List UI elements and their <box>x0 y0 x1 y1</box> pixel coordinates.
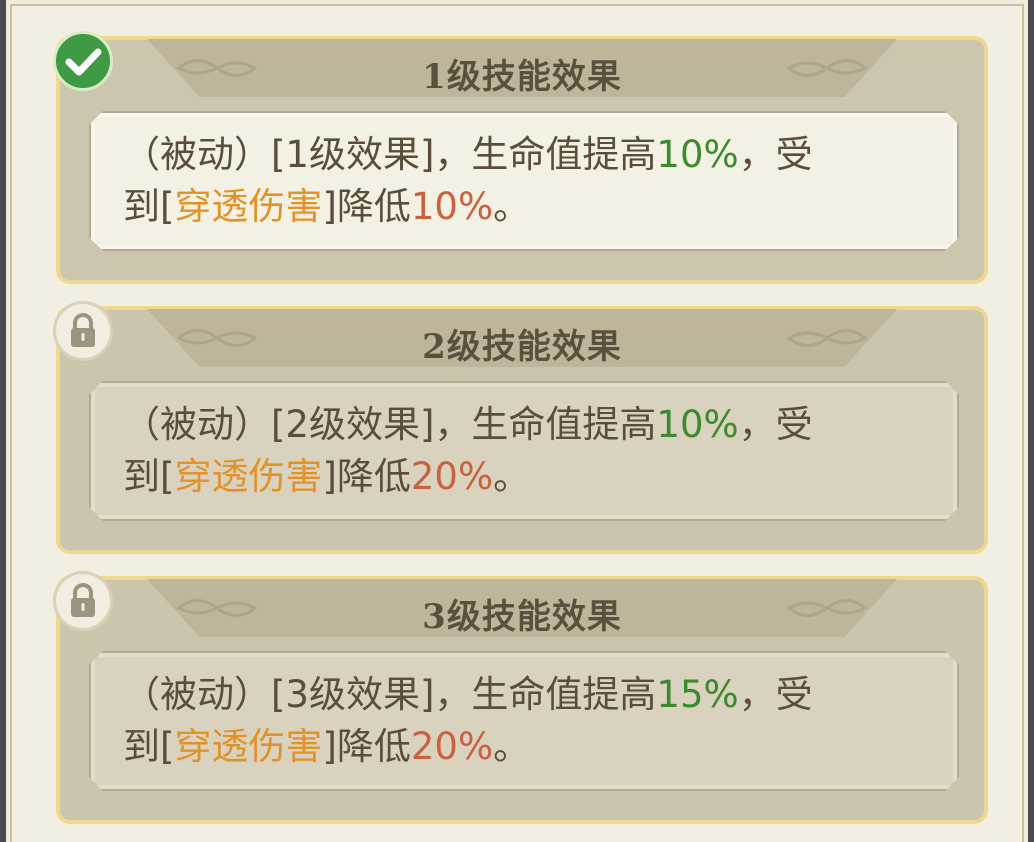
damage-reduction-value: 20% <box>410 725 494 768</box>
damage-type-label: 穿透伤害 <box>174 185 323 228</box>
lock-icon <box>53 571 113 631</box>
check-icon <box>53 31 113 91</box>
skill-description: （被动）[1级效果]，生命值提高10%，受 到[穿透伤害]降低10%。 <box>123 133 813 228</box>
card-title: 1级技能效果 <box>422 57 622 97</box>
damage-reduction-value: 10% <box>410 185 494 228</box>
hp-bonus-value: 15% <box>656 673 739 716</box>
card-title: 3级技能效果 <box>422 597 622 637</box>
skill-level-card-2[interactable]: 2级技能效果 （被动）[2级效果]，生命值提高10%，受 到[穿透伤害]降低20… <box>53 301 988 554</box>
damage-reduction-value: 20% <box>410 455 494 498</box>
skill-panel: 1级技能效果 （被动）[1级效果]，生命值提高10%，受 到[穿透伤害]降低10… <box>0 0 1034 842</box>
hp-bonus-value: 10% <box>656 133 739 176</box>
skill-description: （被动）[2级效果]，生命值提高10%，受 到[穿透伤害]降低20%。 <box>123 403 813 498</box>
skill-description: （被动）[3级效果]，生命值提高15%，受 到[穿透伤害]降低20%。 <box>123 673 813 768</box>
skill-level-card-3[interactable]: 3级技能效果 （被动）[3级效果]，生命值提高15%，受 到[穿透伤害]降低20… <box>53 571 988 824</box>
damage-type-label: 穿透伤害 <box>174 455 323 498</box>
skill-level-card-1[interactable]: 1级技能效果 （被动）[1级效果]，生命值提高10%，受 到[穿透伤害]降低10… <box>53 31 988 284</box>
hp-bonus-value: 10% <box>656 403 739 446</box>
card-title: 2级技能效果 <box>422 327 622 367</box>
damage-type-label: 穿透伤害 <box>174 725 323 768</box>
lock-icon <box>53 301 113 361</box>
